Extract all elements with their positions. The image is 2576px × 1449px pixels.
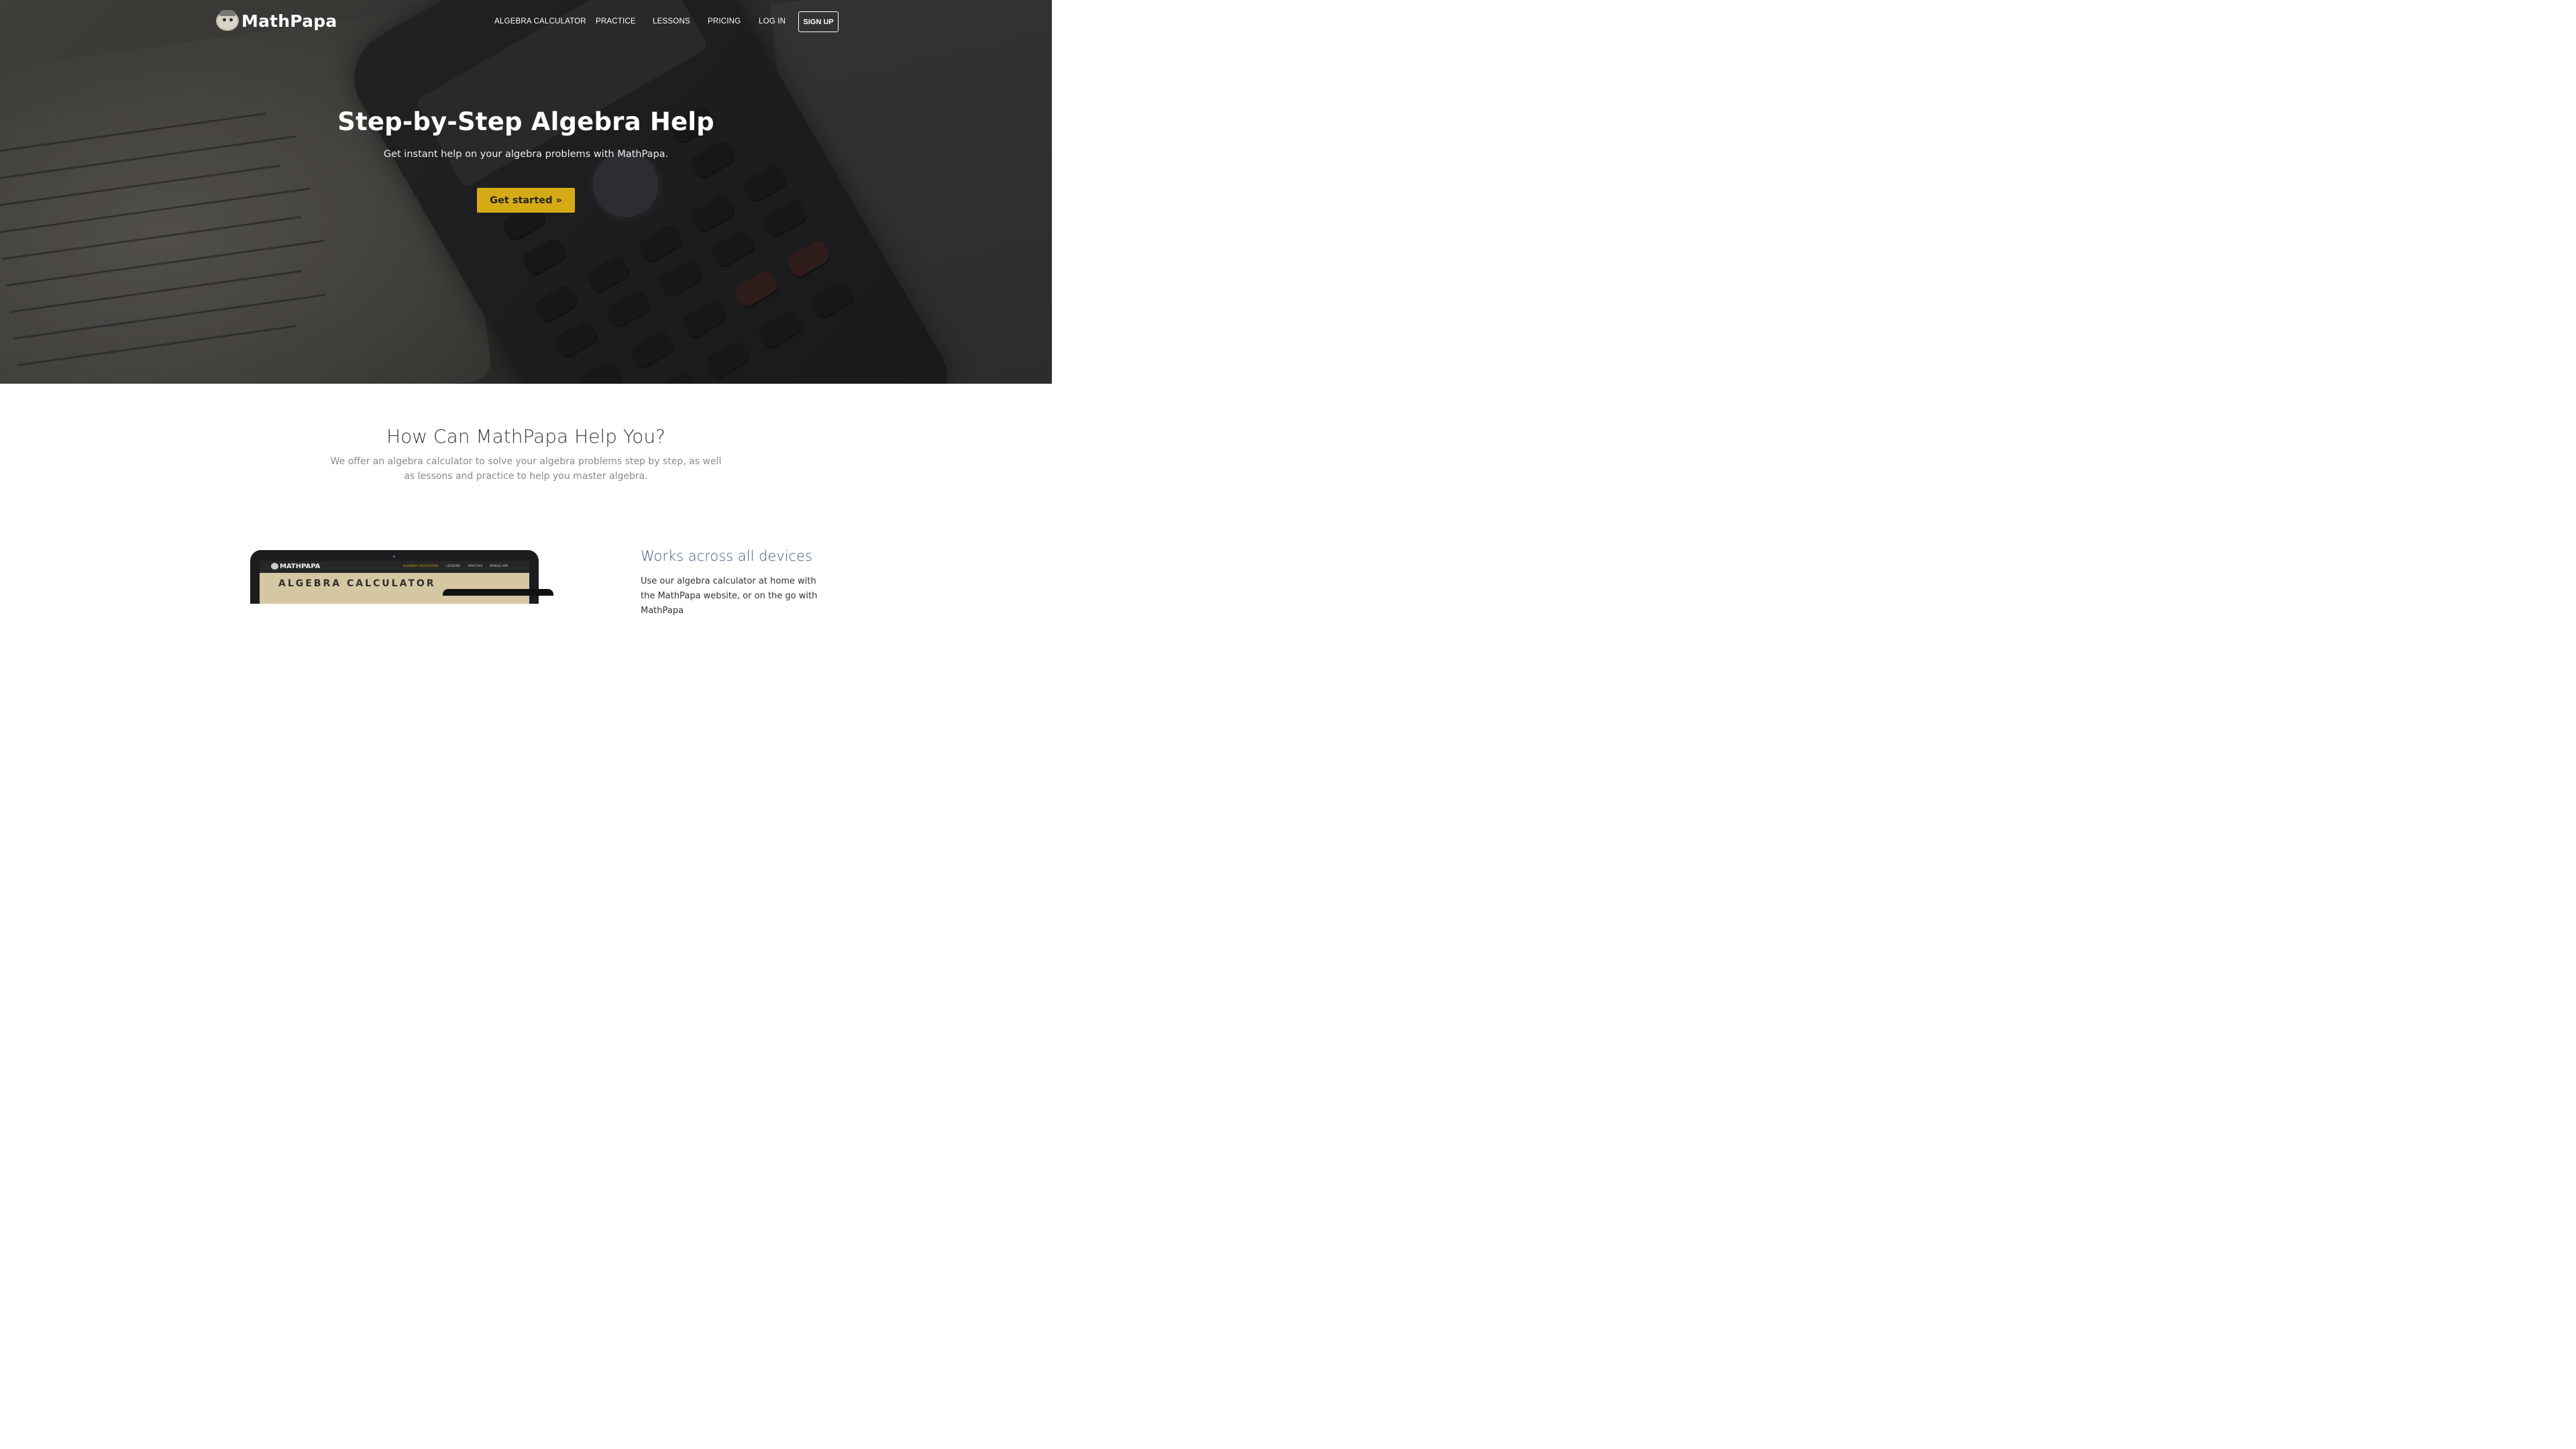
- help-section-description: We offer an algebra calculator to solve …: [330, 456, 722, 482]
- mockup-logo-icon: [271, 563, 278, 570]
- nav-algebra-calculator[interactable]: ALGEBRA CALCULATOR: [494, 17, 586, 25]
- laptop-camera: [393, 555, 395, 557]
- hero-section: Step-by-Step Algebra Help Get instant he…: [0, 0, 1052, 384]
- feature-title: Works across all devices: [641, 548, 812, 564]
- help-section-title: How Can MathPapa Help You?: [386, 425, 665, 447]
- phone-mockup-image: [443, 589, 553, 596]
- hero-title: Step-by-Step Algebra Help: [337, 107, 714, 136]
- laptop-screen: MATHPAPA ALGEBRA CALCULATOR LESSONS PRAC…: [260, 561, 529, 604]
- get-started-button[interactable]: Get started »: [477, 188, 575, 213]
- brand-logo-link[interactable]: MathPapa: [216, 10, 337, 31]
- hero-subtitle: Get instant help on your algebra problem…: [383, 149, 669, 160]
- brand-name: MathPapa: [241, 11, 337, 31]
- nav-lessons[interactable]: LESSONS: [653, 17, 690, 25]
- sign-up-button[interactable]: SIGN UP: [798, 11, 839, 32]
- mockup-logo: MATHPAPA: [280, 563, 321, 570]
- mockup-nav-item: PRACTICE: [468, 565, 483, 568]
- mockup-banner-title: ALGEBRA CALCULATOR: [278, 578, 436, 589]
- top-navbar: MathPapa ALGEBRA CALCULATOR PRACTICE LES…: [0, 0, 1052, 43]
- mockup-header: MATHPAPA ALGEBRA CALCULATOR LESSONS PRAC…: [260, 561, 529, 573]
- mockup-nav-item: MOBILE APP: [490, 565, 508, 568]
- nav-practice[interactable]: PRACTICE: [596, 17, 636, 25]
- nav-pricing[interactable]: PRICING: [708, 17, 741, 25]
- mockup-nav-item: ALGEBRA CALCULATOR: [403, 565, 439, 568]
- mockup-banner: ALGEBRA CALCULATOR: [260, 573, 529, 604]
- feature-text: Use our algebra calculator at home with …: [641, 576, 818, 616]
- laptop-mockup-image: MATHPAPA ALGEBRA CALCULATOR LESSONS PRAC…: [250, 550, 539, 604]
- mockup-nav-item: LESSONS: [446, 565, 460, 568]
- nav-log-in[interactable]: LOG IN: [759, 17, 786, 25]
- mathpapa-mascot-icon: [216, 10, 239, 31]
